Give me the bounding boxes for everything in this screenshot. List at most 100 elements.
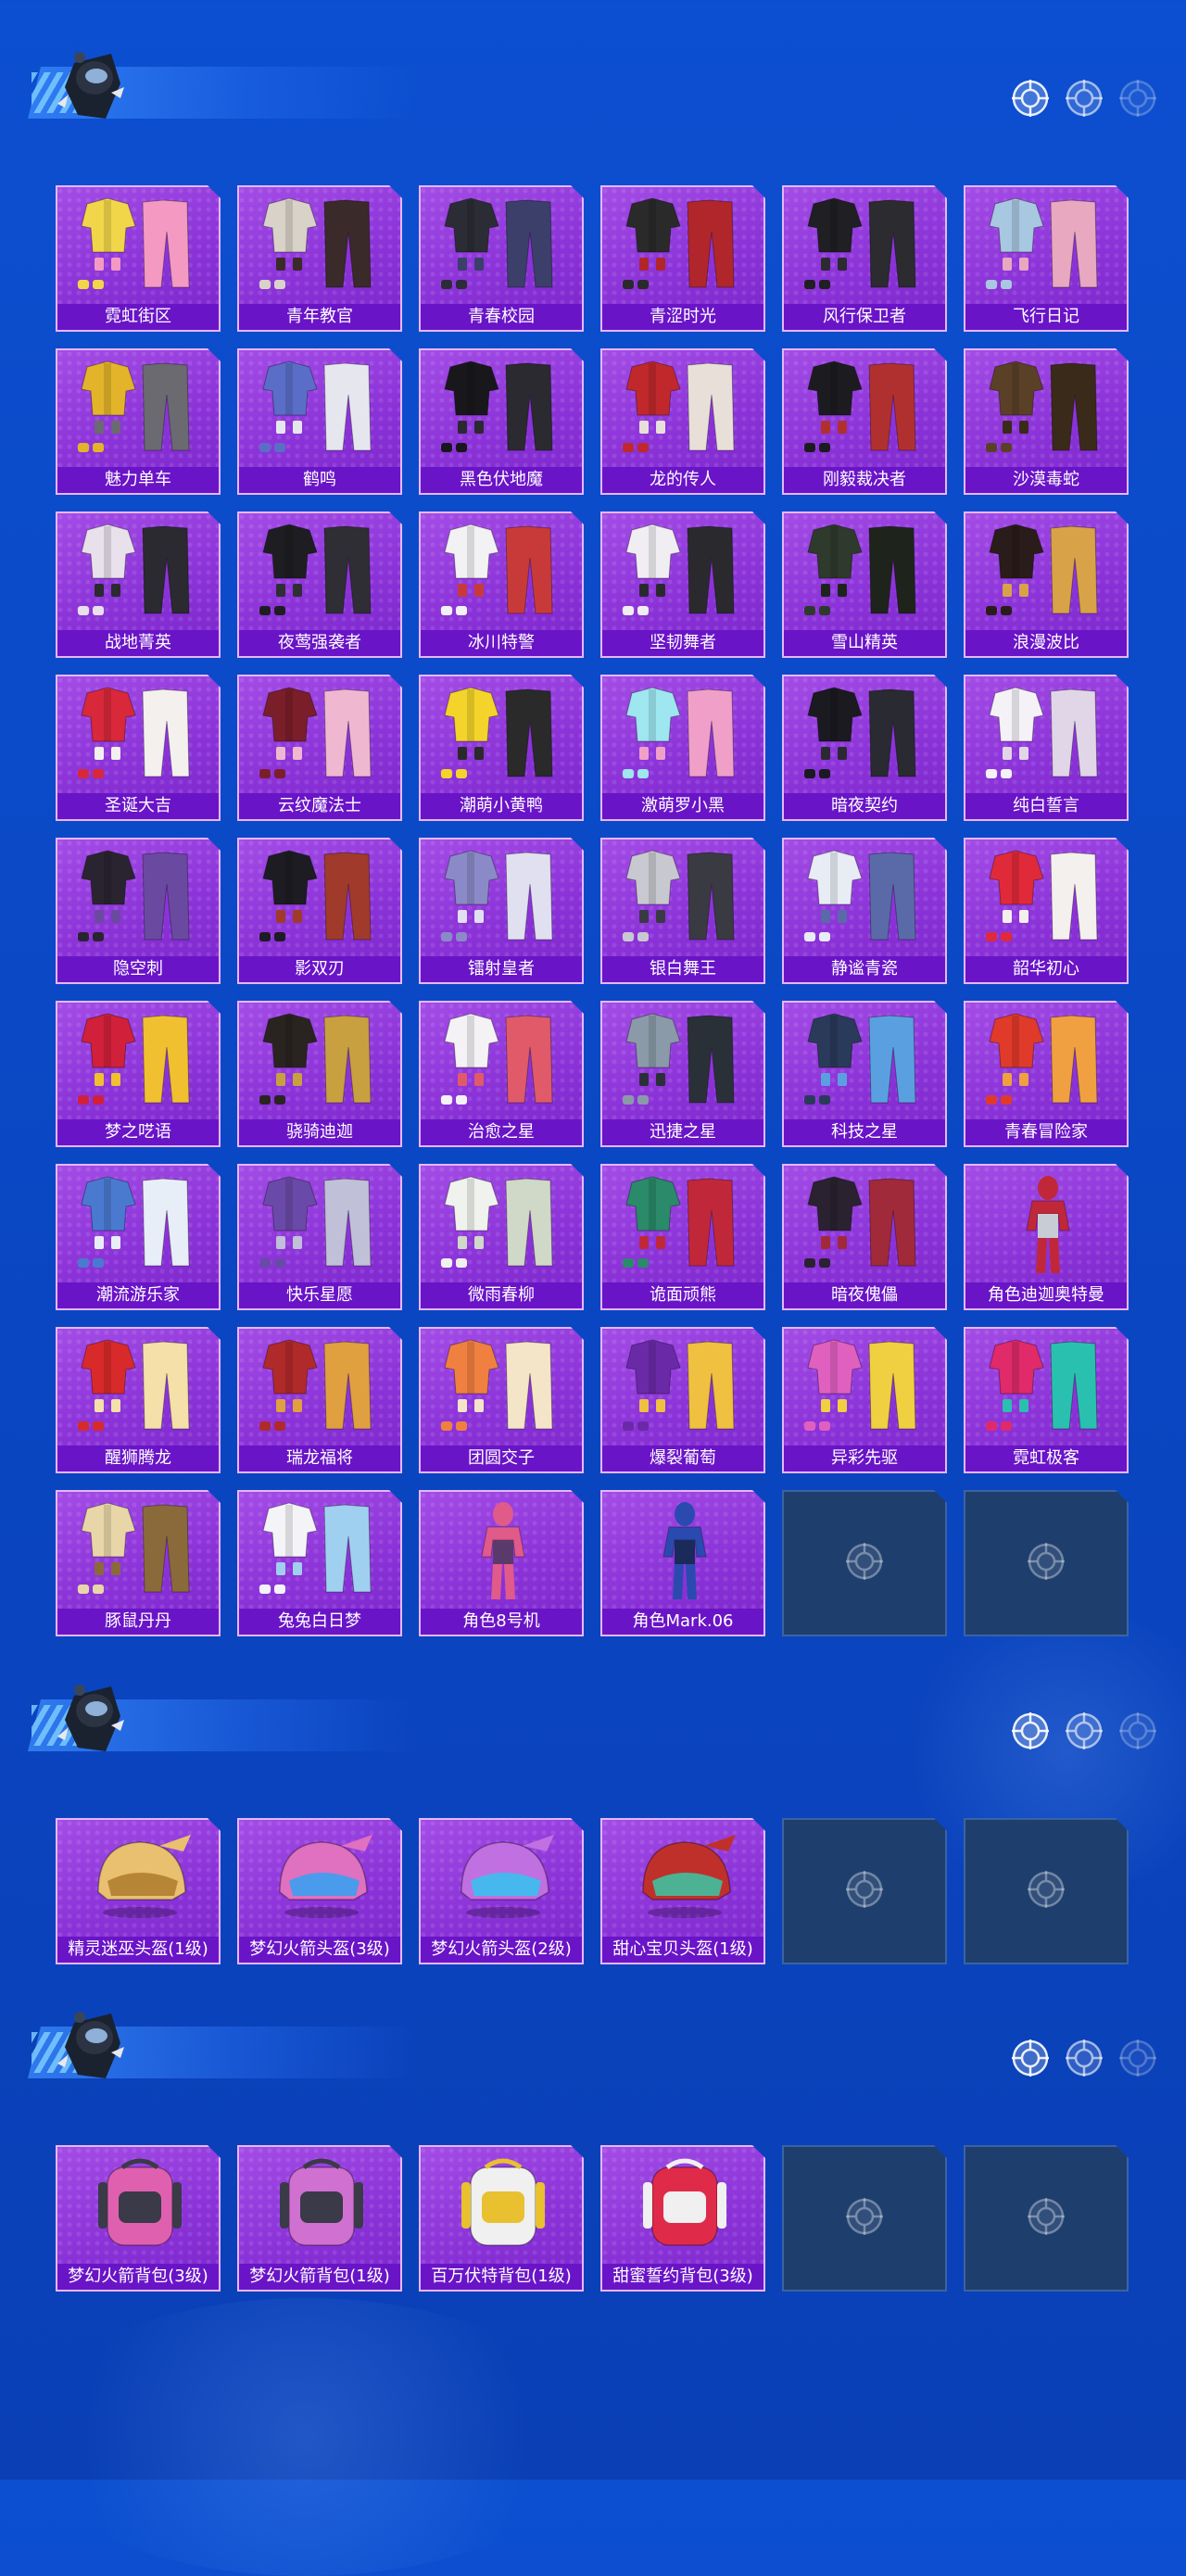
item-label: 豚鼠丹丹 [57, 1609, 219, 1635]
item-card[interactable]: 风行保卫者 [782, 185, 947, 332]
item-card[interactable]: 甜蜜誓约背包(3级) [600, 2145, 765, 2292]
item-card[interactable]: 沙漠毒蛇 [964, 348, 1129, 495]
item-card[interactable]: 团圆交子 [419, 1327, 584, 1473]
item-label: 潮萌小黄鸭 [421, 793, 582, 819]
item-card[interactable]: 韶华初心 [964, 838, 1129, 984]
item-card[interactable]: 战地菁英 [56, 511, 221, 658]
item-card[interactable]: 黑色伏地魔 [419, 348, 584, 495]
item-card[interactable]: 骁骑迪迦 [237, 1001, 402, 1147]
item-card[interactable]: 龙的传人 [600, 348, 765, 495]
item-card[interactable]: 刚毅裁决者 [782, 348, 947, 495]
item-card[interactable]: 角色8号机 [419, 1490, 584, 1636]
item-card[interactable]: 角色迪迦奥特曼 [964, 1164, 1129, 1310]
item-card[interactable]: 暗夜契约 [782, 675, 947, 821]
item-card[interactable]: 纯白誓言 [964, 675, 1129, 821]
item-card[interactable]: 雪山精英 [782, 511, 947, 658]
item-card[interactable]: 魅力单车 [56, 348, 221, 495]
outfit-icon [252, 1010, 391, 1114]
item-label: 纯白誓言 [965, 793, 1127, 819]
outfit-icon [70, 358, 209, 461]
crosshair-icon [1117, 78, 1158, 119]
item-card[interactable]: 醒狮腾龙 [56, 1327, 221, 1473]
item-card[interactable]: 梦幻火箭背包(1级) [237, 2145, 402, 2292]
item-card[interactable]: 潮萌小黄鸭 [419, 675, 584, 821]
item-label: 霓虹街区 [57, 304, 219, 330]
mascot-icon [56, 2006, 126, 2086]
item-label: 冰川特警 [421, 630, 582, 656]
item-card[interactable]: 科技之星 [782, 1001, 947, 1147]
item-label: 甜蜜誓约背包(3级) [602, 2264, 763, 2290]
item-label: 精灵迷巫头盔(1级) [57, 1937, 219, 1963]
item-card[interactable]: 浪漫波比 [964, 511, 1129, 658]
outfit-icon [252, 1173, 391, 1277]
item-card[interactable]: 青春冒险家 [964, 1001, 1129, 1147]
outfit-icon [252, 1336, 391, 1440]
empty-slot [782, 1490, 947, 1636]
item-card[interactable]: 霓虹极客 [964, 1327, 1129, 1473]
section-header [28, 1679, 1158, 1762]
item-label: 青涩时光 [602, 304, 763, 330]
item-label: 瑞龙福将 [239, 1446, 400, 1471]
item-card[interactable]: 激萌罗小黑 [600, 675, 765, 821]
item-card[interactable]: 迅捷之星 [600, 1001, 765, 1147]
item-label: 迅捷之星 [602, 1119, 763, 1145]
item-card[interactable]: 快乐星愿 [237, 1164, 402, 1310]
item-card[interactable]: 青春校园 [419, 185, 584, 332]
crosshair-icon [1010, 2038, 1051, 2078]
item-label: 梦之呓语 [57, 1119, 219, 1145]
item-card[interactable]: 梦之呓语 [56, 1001, 221, 1147]
item-card[interactable]: 青年教官 [237, 185, 402, 332]
item-card[interactable]: 异彩先驱 [782, 1327, 947, 1473]
crosshair-icon [1117, 1711, 1158, 1751]
item-card[interactable]: 治愈之星 [419, 1001, 584, 1147]
item-card[interactable]: 银白舞王 [600, 838, 765, 984]
item-card[interactable]: 影双刃 [237, 838, 402, 984]
item-card[interactable]: 爆裂葡萄 [600, 1327, 765, 1473]
item-card[interactable]: 飞行日记 [964, 185, 1129, 332]
item-card[interactable]: 冰川特警 [419, 511, 584, 658]
mascot-icon [56, 46, 126, 126]
item-card[interactable]: 云纹魔法士 [237, 675, 402, 821]
item-card[interactable]: 梦幻火箭头盔(3级) [237, 1818, 402, 1964]
item-card[interactable]: 潮流游乐家 [56, 1164, 221, 1310]
item-card[interactable]: 梦幻火箭背包(3级) [56, 2145, 221, 2292]
item-card[interactable]: 暗夜傀儡 [782, 1164, 947, 1310]
item-card[interactable]: 甜心宝贝头盔(1级) [600, 1818, 765, 1964]
item-label: 影双刃 [239, 956, 400, 982]
item-label: 韶华初心 [965, 956, 1127, 982]
outfit-icon [70, 847, 209, 951]
item-label: 青年教官 [239, 304, 400, 330]
crosshair-icon [844, 1869, 885, 1914]
item-label: 爆裂葡萄 [602, 1446, 763, 1471]
item-label: 银白舞王 [602, 956, 763, 982]
helmet-icon [70, 1827, 209, 1931]
item-label: 飞行日记 [965, 304, 1127, 330]
outfit-icon [978, 1010, 1117, 1114]
crosshair-icon [1026, 1541, 1066, 1586]
item-card[interactable]: 圣诞大吉 [56, 675, 221, 821]
item-label: 青春校园 [421, 304, 582, 330]
item-label: 云纹魔法士 [239, 793, 400, 819]
item-card[interactable]: 镭射皇者 [419, 838, 584, 984]
outfit-icon [615, 358, 754, 461]
item-card[interactable]: 诡面顽熊 [600, 1164, 765, 1310]
item-card[interactable]: 静谧青瓷 [782, 838, 947, 984]
item-card[interactable]: 鹤鸣 [237, 348, 402, 495]
item-card[interactable]: 精灵迷巫头盔(1级) [56, 1818, 221, 1964]
item-card[interactable]: 青涩时光 [600, 185, 765, 332]
item-card[interactable]: 坚韧舞者 [600, 511, 765, 658]
item-card[interactable]: 梦幻火箭头盔(2级) [419, 1818, 584, 1964]
item-label: 百万伏特背包(1级) [421, 2264, 582, 2290]
outfit-icon [434, 1173, 573, 1277]
item-label: 刚毅裁决者 [784, 467, 945, 493]
item-card[interactable]: 角色Mark.06 [600, 1490, 765, 1636]
item-card[interactable]: 微雨春柳 [419, 1164, 584, 1310]
section-decor-targets [1010, 2038, 1158, 2078]
item-card[interactable]: 百万伏特背包(1级) [419, 2145, 584, 2292]
item-card[interactable]: 霓虹街区 [56, 185, 221, 332]
item-card[interactable]: 兔兔白日梦 [237, 1490, 402, 1636]
item-card[interactable]: 瑞龙福将 [237, 1327, 402, 1473]
item-card[interactable]: 夜莺强袭者 [237, 511, 402, 658]
item-card[interactable]: 隐空刺 [56, 838, 221, 984]
item-card[interactable]: 豚鼠丹丹 [56, 1490, 221, 1636]
